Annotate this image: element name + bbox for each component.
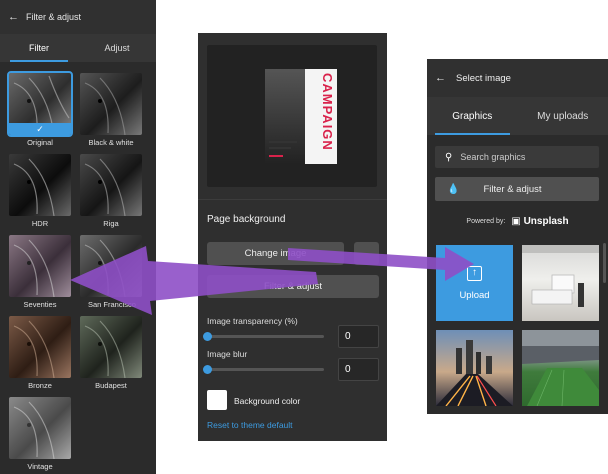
- elephant-image: [84, 158, 126, 216]
- page-background-title: Page background: [207, 214, 286, 225]
- filter-panel-title: Filter & adjust: [26, 12, 82, 22]
- poster-text-line: [269, 155, 283, 157]
- scrollbar[interactable]: [603, 243, 606, 283]
- filter-panel-header: ← Filter & adjust: [0, 0, 156, 34]
- blur-slider-handle[interactable]: [203, 365, 212, 374]
- poster-text-line: [269, 147, 291, 149]
- filter-label: Riga: [103, 219, 119, 228]
- stadium-photo: [522, 330, 599, 406]
- elephant-image: [13, 158, 55, 216]
- filter-panel-tabs: Filter Adjust: [0, 34, 156, 62]
- elephant-image: [84, 239, 126, 297]
- tab-my-uploads[interactable]: My uploads: [518, 97, 608, 135]
- filter-adjust-button[interactable]: Filter & adjust: [207, 275, 379, 298]
- transparency-input[interactable]: 0: [338, 325, 379, 348]
- filter-adjust-button[interactable]: 💧 Filter & adjust: [435, 177, 599, 201]
- tab-graphics[interactable]: Graphics: [427, 97, 518, 135]
- arrow-left-icon[interactable]: ←: [435, 72, 446, 84]
- transparency-slider[interactable]: [207, 335, 324, 338]
- filter-thumb-seventies[interactable]: [9, 235, 71, 297]
- filter-thumb-vintage[interactable]: [9, 397, 71, 459]
- image-tile-city[interactable]: [436, 330, 513, 406]
- image-tile-stadium[interactable]: [522, 330, 599, 406]
- background-color-label: Background color: [234, 396, 301, 406]
- elephant-image: [84, 77, 126, 135]
- page-background-panel: CAMPAIGN Page background Change image Fi…: [198, 33, 387, 441]
- page-preview: CAMPAIGN: [207, 45, 377, 187]
- select-image-header: ← Select image: [427, 59, 608, 97]
- filter-label: Bronze: [28, 381, 52, 390]
- arrow-left-icon[interactable]: ←: [8, 11, 19, 23]
- filter-thumb-bronze[interactable]: [9, 316, 71, 378]
- filter-label: Vintage: [27, 462, 53, 471]
- divider: [198, 199, 387, 200]
- remove-image-button[interactable]: [354, 242, 379, 265]
- elephant-image: [13, 320, 55, 378]
- select-image-panel: ← Select image Graphics My uploads ⚲ Sea…: [427, 59, 608, 414]
- search-icon: ⚲: [445, 151, 453, 163]
- search-placeholder: Search graphics: [460, 152, 526, 162]
- filter-thumb-riga[interactable]: [80, 154, 142, 216]
- transparency-slider-handle[interactable]: [203, 332, 212, 341]
- select-image-tabs: Graphics My uploads: [427, 97, 608, 135]
- room-photo: [522, 245, 599, 307]
- poster-thumbnail[interactable]: CAMPAIGN: [265, 69, 337, 164]
- filter-label: Black & white: [88, 138, 134, 147]
- change-image-button[interactable]: Change image: [207, 242, 344, 265]
- city-highway-photo: [436, 340, 513, 406]
- filter-thumb-black-white[interactable]: [80, 73, 142, 135]
- powered-by-label: Powered by:: [466, 218, 506, 225]
- tab-filter[interactable]: Filter: [0, 34, 78, 62]
- poster-elephant-image: [265, 69, 305, 164]
- filter-label: Original: [27, 138, 53, 147]
- search-input[interactable]: ⚲ Search graphics: [435, 146, 599, 168]
- blur-slider[interactable]: [207, 368, 324, 371]
- upload-label: Upload: [459, 289, 490, 301]
- blur-label: Image blur: [207, 349, 248, 359]
- powered-by: Powered by: ▣ Unsplash: [427, 216, 608, 227]
- upload-icon: ↑: [467, 265, 482, 281]
- poster-text-line: [269, 141, 297, 143]
- select-image-title: Select image: [456, 72, 511, 84]
- blur-input[interactable]: 0: [338, 358, 379, 381]
- image-tile-room[interactable]: [522, 245, 599, 321]
- elephant-image: [13, 401, 55, 459]
- checkmark-icon: ✓: [9, 123, 71, 135]
- filter-thumb-san-francisco[interactable]: [80, 235, 142, 297]
- filter-adjust-panel: ← Filter & adjust Filter Adjust ✓ Origin…: [0, 0, 156, 474]
- filter-adjust-label: Filter & adjust: [483, 183, 542, 195]
- filter-thumb-budapest[interactable]: [80, 316, 142, 378]
- tab-adjust[interactable]: Adjust: [78, 34, 156, 62]
- transparency-label: Image transparency (%): [207, 316, 298, 326]
- elephant-image: [84, 320, 126, 378]
- reset-theme-link[interactable]: Reset to theme default: [207, 420, 293, 430]
- filter-label: Seventies: [23, 300, 57, 309]
- filter-label: HDR: [31, 219, 49, 228]
- filter-label: Budapest: [95, 381, 127, 390]
- filter-label: San Francisco: [88, 300, 136, 309]
- elephant-image: [13, 239, 55, 297]
- poster-title: CAMPAIGN: [320, 73, 335, 151]
- filter-thumb-original[interactable]: ✓: [7, 71, 73, 137]
- provider-name: Unsplash: [523, 216, 569, 227]
- upload-button[interactable]: ↑ Upload: [436, 245, 513, 321]
- filter-thumb-hdr[interactable]: [9, 154, 71, 216]
- unsplash-logo[interactable]: ▣ Unsplash: [511, 216, 568, 227]
- background-color-swatch[interactable]: [207, 390, 227, 410]
- droplet-icon: 💧: [447, 183, 460, 195]
